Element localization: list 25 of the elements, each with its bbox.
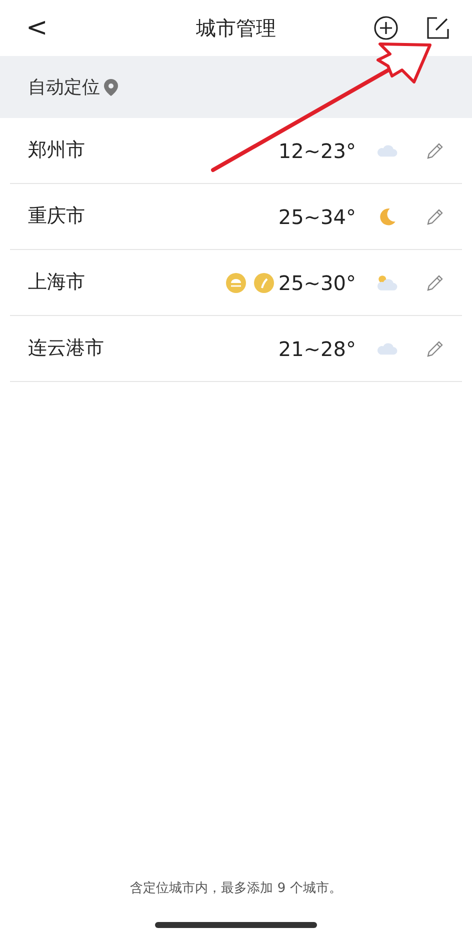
footer-note: 含定位城市内，最多添加 9 个城市。 [129, 880, 343, 898]
city-row[interactable]: 重庆市 25~34° [10, 184, 462, 250]
city-name: 郑州市 [28, 141, 85, 160]
page-title: 城市管理 [196, 15, 276, 42]
temperature-range: 12~23° [278, 140, 356, 160]
auto-location-label: 自动定位 [28, 76, 100, 100]
city-name: 重庆市 [28, 207, 85, 226]
temperature-range: 21~28° [278, 338, 356, 358]
city-row[interactable]: 连云港市 21~28° [10, 316, 462, 382]
wind-alert-icon [254, 272, 274, 292]
pencil-icon[interactable] [426, 142, 444, 160]
city-row[interactable]: 郑州市 12~23° [10, 118, 462, 184]
pencil-icon[interactable] [426, 208, 444, 226]
temperature-range: 25~30° [278, 272, 356, 292]
city-name: 上海市 [28, 273, 85, 292]
location-pin-icon [104, 78, 118, 96]
city-name: 连云港市 [28, 339, 104, 358]
edit-button[interactable] [424, 14, 452, 42]
back-button[interactable]: < [26, 15, 48, 41]
temperature-range: 25~34° [278, 206, 356, 226]
pencil-icon[interactable] [426, 340, 444, 358]
add-button[interactable] [372, 14, 400, 42]
rain-alert-icon [226, 272, 246, 292]
pencil-icon[interactable] [426, 274, 444, 292]
city-row[interactable]: 上海市 25~30° [10, 250, 462, 316]
